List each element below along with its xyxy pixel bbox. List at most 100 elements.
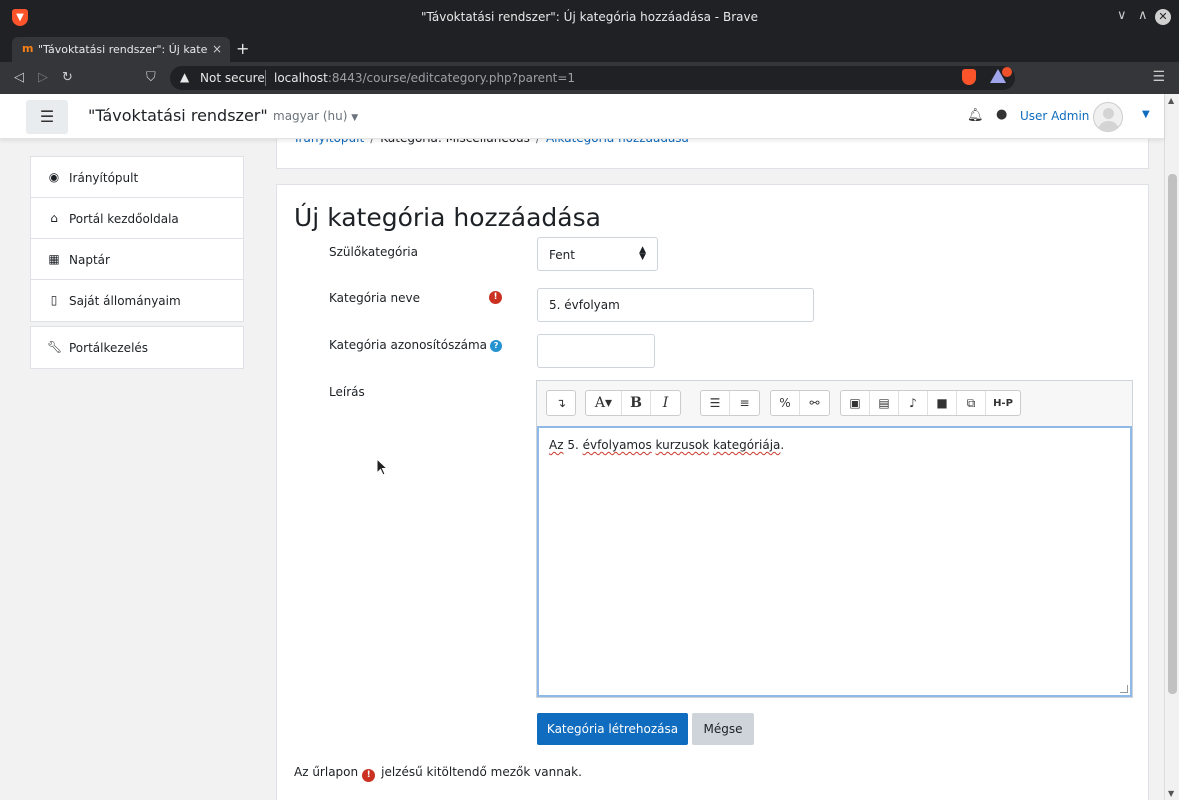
paragraph-styles-icon[interactable]: A▾ <box>586 391 622 415</box>
avatar-body <box>1098 121 1119 131</box>
sidebar-item-site-admin[interactable]: 🔧︎ Portálkezelés <box>31 327 243 368</box>
brave-shields-icon[interactable] <box>962 69 976 85</box>
help-icon[interactable]: ? <box>490 340 503 352</box>
image-icon[interactable]: ▣ <box>841 391 870 415</box>
description-word: évfolyamos <box>582 438 652 452</box>
nav-drawer: ◉ Irányítópult ⌂ Portál kezdőoldala ▦ Na… <box>30 156 244 322</box>
rewards-badge <box>1002 67 1012 77</box>
sidebar-item-dashboard[interactable]: ◉ Irányítópult <box>31 157 243 198</box>
record-audio-icon[interactable]: ♪ <box>899 391 928 415</box>
drawer-toggle-button[interactable]: ☰ <box>26 100 68 134</box>
scrollbar-thumb[interactable] <box>1168 174 1177 694</box>
category-idnumber-input[interactable] <box>537 334 655 368</box>
parent-category-select[interactable]: Fent ▲ ▼ <box>537 237 658 271</box>
url-text[interactable]: localhost:8443/course/editcategory.php?p… <box>274 71 575 85</box>
manage-files-icon[interactable]: ⧉ <box>957 391 986 415</box>
italic-icon[interactable]: I <box>651 391 680 415</box>
url-path: :8443/course/editcategory.php?parent=1 <box>327 71 576 85</box>
sidebar-item-calendar[interactable]: ▦ Naptár <box>31 239 243 280</box>
toolbar-group-lists: ☰ ≡ <box>700 390 760 416</box>
scroll-up-icon[interactable]: ▲ <box>1168 96 1174 105</box>
category-name-label: Kategória neve <box>329 291 420 305</box>
editor-content-area[interactable]: Az 5. évfolyamos kurzusok kategóriája. <box>537 426 1132 697</box>
unordered-list-icon[interactable]: ☰ <box>701 391 730 415</box>
description-word: 5. <box>563 438 583 452</box>
notification-bell-icon[interactable]: 🔔︎ <box>967 108 984 123</box>
minimize-button[interactable]: ∨ <box>1117 8 1127 23</box>
avatar-head <box>1103 108 1114 119</box>
sidebar-item-label: Irányítópult <box>69 171 139 185</box>
calendar-icon: ▦ <box>48 252 60 266</box>
toolbar-group-media: ▣ ▤ ♪ ■ ⧉ H-P <box>840 390 1021 416</box>
language-label: magyar (hu) <box>273 109 348 123</box>
back-button[interactable]: ◁ <box>14 70 24 85</box>
caret-down-icon: ▼ <box>351 113 359 123</box>
description-label: Leírás <box>329 385 365 399</box>
show-more-buttons-icon[interactable]: ↴ <box>547 391 575 415</box>
select-arrows-icon: ▲ ▼ <box>639 245 646 262</box>
sidebar-item-label: Saját állományaim <box>69 294 181 308</box>
create-category-button[interactable]: Kategória létrehozása <box>537 713 688 745</box>
unlink-icon[interactable]: ⚯ <box>800 391 829 415</box>
ordered-list-icon[interactable]: ≡ <box>730 391 759 415</box>
parent-category-label: Szülőkategória <box>329 245 418 259</box>
parent-category-value: Fent <box>549 248 575 262</box>
language-menu[interactable]: magyar (hu) ▼ <box>273 109 358 123</box>
address-bar[interactable]: ▲ Not secure localhost:8443/course/editc… <box>170 66 1015 90</box>
not-secure-label[interactable]: Not secure <box>200 71 265 85</box>
user-menu-name[interactable]: User Admin <box>1020 109 1089 123</box>
link-icon[interactable]: % <box>771 391 800 415</box>
sidebar-item-label: Portálkezelés <box>69 341 149 355</box>
media-icon[interactable]: ▤ <box>870 391 899 415</box>
moodle-favicon-icon: m <box>22 42 34 55</box>
category-name-input[interactable] <box>537 288 814 322</box>
close-window-button[interactable]: ✕ <box>1155 9 1171 25</box>
user-menu-caret-icon[interactable]: ▼ <box>1142 109 1150 120</box>
editor-toolbar: ↴ A▾ B I ☰ ≡ % ⚯ ▣ ▤ ♪ ■ ⧉ H-P <box>537 381 1132 425</box>
address-separator <box>265 70 266 86</box>
tab-active[interactable]: m "Távoktatási rendszer": Új kate × <box>12 37 230 62</box>
page-title: Új kategória hozzáadása <box>294 203 601 232</box>
main-content-card: Új kategória hozzáadása Szülőkategória F… <box>276 184 1149 800</box>
description-text: Az 5. évfolyamos kurzusok kategóriája. <box>549 438 784 452</box>
messages-icon[interactable]: ● <box>996 107 1007 122</box>
sidebar-item-label: Naptár <box>69 253 110 267</box>
resize-handle[interactable] <box>1120 685 1128 693</box>
cancel-button[interactable]: Mégse <box>692 713 754 745</box>
page-scrollbar[interactable]: ▲ ▼ <box>1164 94 1179 800</box>
tab-title: "Távoktatási rendszer": Új kate <box>38 43 208 56</box>
page-viewport: ☰ "Távoktatási rendszer" magyar (hu) ▼ 🔔… <box>0 94 1179 800</box>
home-icon: ⌂ <box>50 211 58 225</box>
description-period: . <box>780 438 785 452</box>
new-tab-button[interactable]: + <box>236 39 249 58</box>
forward-button[interactable]: ▷ <box>38 70 48 85</box>
browser-toolbar: ◁ ▷ ↻ ⛉ ▲ Not secure localhost:8443/cour… <box>0 62 1179 94</box>
bookmark-icon[interactable]: ⛉ <box>146 70 156 85</box>
record-video-icon[interactable]: ■ <box>928 391 957 415</box>
required-icon: ! <box>489 291 502 304</box>
required-icon: ! <box>362 769 376 782</box>
site-name-link[interactable]: "Távoktatási rendszer" <box>88 106 268 125</box>
bold-icon[interactable]: B <box>622 391 651 415</box>
description-word: kurzusok <box>655 438 710 452</box>
required-note-after: jelzésű kitöltendő mezők vannak. <box>381 765 582 779</box>
h5p-icon[interactable]: H-P <box>986 391 1020 415</box>
dashboard-icon: ◉ <box>48 170 60 184</box>
file-icon: ▯ <box>50 293 58 307</box>
toolbar-group-style: A▾ B I <box>585 390 681 416</box>
tab-close-button[interactable]: × <box>212 42 222 56</box>
description-word: Az <box>549 438 564 452</box>
window-title: "Távoktatási rendszer": Új kategória hoz… <box>421 10 758 24</box>
warning-icon: ▲ <box>180 70 190 84</box>
sidebar-item-files[interactable]: ▯ Saját állományaim <box>31 280 243 321</box>
browser-menu-icon[interactable]: ☰ <box>1152 69 1165 85</box>
wrench-icon: 🔧︎ <box>47 340 63 354</box>
avatar[interactable] <box>1093 102 1123 132</box>
window-titlebar: ▼ "Távoktatási rendszer": Új kategória h… <box>0 0 1179 35</box>
site-navbar: ☰ "Távoktatási rendszer" magyar (hu) ▼ 🔔… <box>0 94 1164 139</box>
scroll-down-icon[interactable]: ▼ <box>1168 789 1174 798</box>
description-word: kategóriája <box>712 438 781 452</box>
maximize-button[interactable]: ∧ <box>1138 8 1148 23</box>
sidebar-item-home[interactable]: ⌂ Portál kezdőoldala <box>31 198 243 239</box>
reload-button[interactable]: ↻ <box>62 70 73 85</box>
